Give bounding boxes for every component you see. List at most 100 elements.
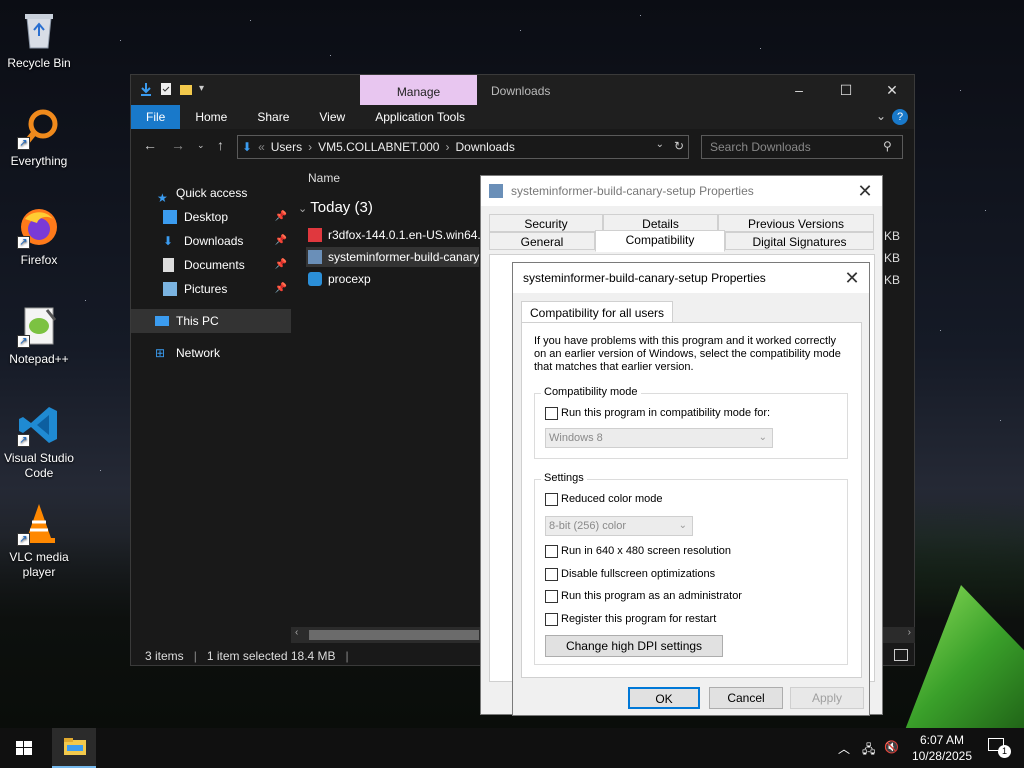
ribbon-tab-application-tools[interactable]: Application Tools [360,105,480,129]
nav-this-pc[interactable]: This PC [131,309,291,333]
maximize-button[interactable]: ☐ [823,75,869,105]
scroll-left-icon[interactable]: ‹ [295,627,298,638]
breadcrumb-account[interactable]: VM5.COLLABNET.000 [318,140,439,154]
tab-general[interactable]: General [489,232,595,250]
desktop-icon-notepad-plus-plus[interactable]: ↗ Notepad++ [0,304,78,367]
documents-folder-icon [163,258,174,272]
forward-arrow-icon[interactable]: → [171,137,185,153]
nav-label: Quick access [176,186,248,200]
checkbox-box [545,613,558,626]
nav-network[interactable]: ⊞ Network [131,341,291,365]
nav-label: Network [176,346,221,360]
explorer-titlebar[interactable]: ▾ Manage Downloads – ☐ ✕ [131,75,914,105]
disable-fullscreen-checkbox[interactable]: Disable fullscreen optimizations [545,567,715,583]
up-arrow-icon[interactable]: ↑ [217,137,224,153]
change-dpi-button[interactable]: Change high DPI settings [545,635,723,657]
compat-mode-checkbox[interactable]: Run this program in compatibility mode f… [545,406,770,422]
tab-compatibility[interactable]: Compatibility [595,230,725,252]
customize-dropdown-icon[interactable]: ▾ [199,82,213,96]
ribbon-expand-icon[interactable]: ⌄ [876,109,886,123]
tab-compatibility-all-users[interactable]: Compatibility for all users [521,301,674,323]
download-arrow-icon[interactable] [139,82,153,96]
status-separator: | [345,649,349,663]
apply-button[interactable]: Apply [790,687,864,709]
nav-documents[interactable]: Documents 📌 [131,253,291,277]
system-clock[interactable]: 6:07 AM 10/28/2025 [912,732,972,764]
start-button[interactable] [0,728,48,768]
tab-security[interactable]: Security [489,214,603,232]
desktop-icon-vscode[interactable]: ↗ Visual Studio Code [0,403,78,481]
manage-context-tab[interactable]: Manage [360,75,477,105]
run-as-admin-checkbox[interactable]: Run this program as an administrator [545,589,742,605]
installer-icon [489,184,503,198]
close-icon[interactable]: ✕ [848,176,882,206]
dialog-titlebar[interactable]: systeminformer-build-canary-setup Proper… [513,263,869,293]
compatibility-all-users-dialog[interactable]: systeminformer-build-canary-setup Proper… [512,262,870,716]
compat-mode-select[interactable]: Windows 8 ⌄ [545,428,773,448]
reduced-color-checkbox[interactable]: Reduced color mode [545,492,663,508]
scrollbar-thumb[interactable] [309,630,479,640]
close-button[interactable]: ✕ [869,75,915,105]
nav-quick-access[interactable]: ★ Quick access [131,181,291,205]
network-status-icon[interactable]: 🖧 [862,740,875,761]
file-row-selected[interactable]: systeminformer-build-canary [306,247,480,267]
compatibility-panel: If you have problems with this program a… [521,322,862,678]
column-header-name[interactable]: Name [308,171,340,185]
nav-pictures[interactable]: Pictures 📌 [131,277,291,301]
breadcrumb-users[interactable]: Users [271,140,302,154]
breadcrumb-separator: › [445,140,450,154]
ribbon-tab-home[interactable]: Home [180,105,242,129]
clock-date: 10/28/2025 [911,749,972,763]
properties-check-icon[interactable] [159,82,173,96]
show-hidden-icons-chevron-icon[interactable]: ︿ [838,740,850,757]
search-input[interactable]: Search Downloads [701,135,903,159]
ribbon-tab-file[interactable]: File [131,105,181,129]
volume-muted-icon[interactable]: 🔇 [884,740,899,754]
ribbon-tab-share[interactable]: Share [242,105,304,129]
taskbar: ︿ 🖧 🔇 6:07 AM 10/28/2025 1 [0,728,1024,768]
address-dropdown-icon[interactable]: ⌄ [656,139,664,150]
minimize-button[interactable]: – [776,75,822,105]
details-view-icon[interactable] [894,649,908,661]
close-icon[interactable]: ✕ [835,263,869,293]
group-header-today[interactable]: ⌄ Today (3) [298,199,373,216]
tab-digital-signatures[interactable]: Digital Signatures [725,232,874,250]
recent-locations-icon[interactable]: ⌄ [197,140,205,151]
address-bar[interactable]: ⬇ « Users › VM5.COLLABNET.000 › Download… [237,135,689,159]
scroll-right-icon[interactable]: › [908,627,911,638]
ok-button[interactable]: OK [628,687,700,709]
ribbon-tabs: File Home Share View Application Tools ⌄… [131,105,914,129]
new-folder-icon[interactable] [179,82,193,96]
firefox-installer-icon [308,228,322,242]
nav-downloads[interactable]: ⬇ Downloads 📌 [131,229,291,253]
desktop-icon-recycle-bin[interactable]: Recycle Bin [0,8,78,71]
checkbox-label: Disable fullscreen optimizations [561,568,716,580]
group-title: Compatibility mode [541,386,641,398]
action-center-button[interactable]: 1 [988,738,1014,758]
shortcut-arrow-icon: ↗ [17,335,30,348]
desktop-icon-firefox[interactable]: ↗ Firefox [0,205,78,268]
desktop-icon-everything[interactable]: ↗ Everything [0,106,78,169]
address-row: ← → ⌄ ↑ ⬇ « Users › VM5.COLLABNET.000 › … [131,129,914,163]
color-mode-select[interactable]: 8-bit (256) color ⌄ [545,516,693,536]
dialog-title-text: systeminformer-build-canary-setup Proper… [511,184,754,198]
ribbon-tab-view[interactable]: View [304,105,360,129]
pictures-folder-icon [163,282,177,296]
back-arrow-icon[interactable]: ← [143,137,157,153]
file-row[interactable]: procexp [306,269,371,289]
file-row[interactable]: r3dfox-144.0.1.en-US.win64.i [306,225,483,245]
breadcrumb-downloads[interactable]: Downloads [455,140,514,154]
register-restart-checkbox[interactable]: Register this program for restart [545,612,716,628]
shortcut-arrow-icon: ↗ [17,434,30,447]
taskbar-file-explorer[interactable] [52,728,96,768]
resolution-640-checkbox[interactable]: Run in 640 x 480 screen resolution [545,544,731,560]
desktop-icon-vlc[interactable]: ↗ VLC media player [0,502,78,580]
nav-desktop[interactable]: Desktop 📌 [131,205,291,229]
tab-previous-versions[interactable]: Previous Versions [718,214,874,232]
help-icon[interactable]: ? [892,109,908,125]
refresh-icon[interactable]: ↻ [674,139,684,153]
dialog-title-back[interactable]: systeminformer-build-canary-setup Proper… [481,176,882,206]
checkbox-box [545,568,558,581]
checkbox-box [545,590,558,603]
cancel-button[interactable]: Cancel [709,687,783,709]
